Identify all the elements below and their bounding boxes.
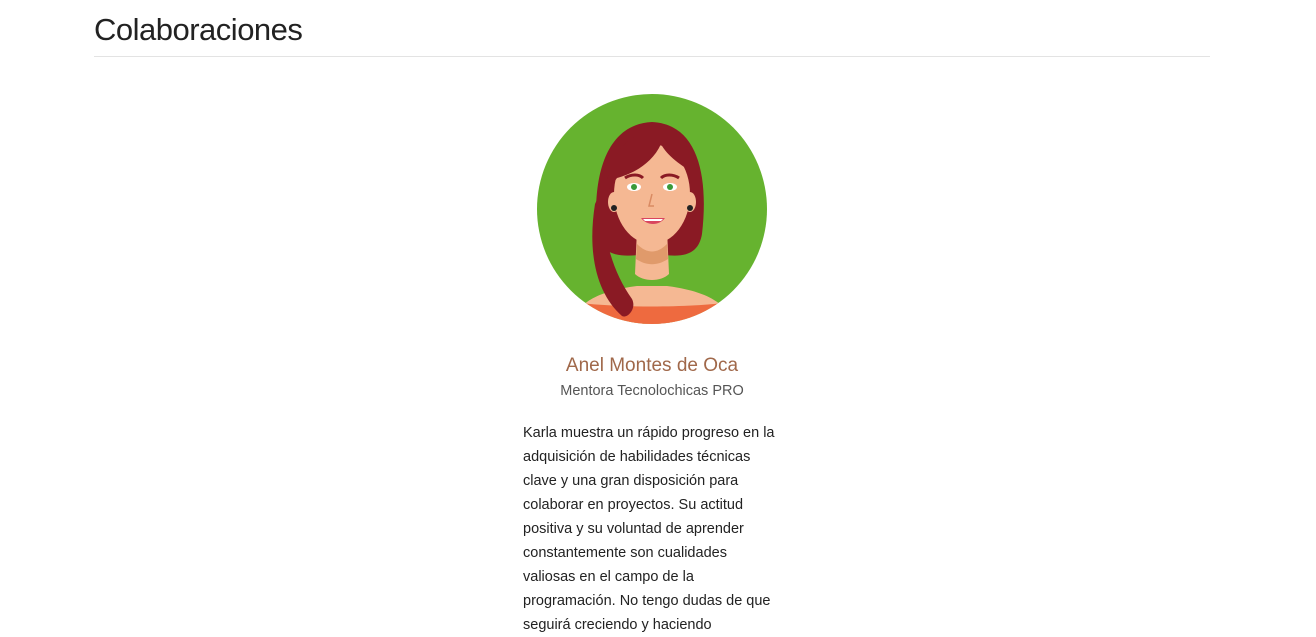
testimonial-card: Anel Montes de Oca Mentora Tecnolochicas… (500, 94, 804, 637)
section-divider (94, 56, 1210, 57)
section-title: Colaboraciones (94, 12, 303, 47)
collaborations-section: Colaboraciones (94, 0, 1210, 57)
testimonial-author-role: Mentora Tecnolochicas PRO (560, 383, 744, 399)
testimonial-quote: Karla muestra un rápido progreso en la a… (523, 425, 775, 633)
woman-avatar-icon (537, 94, 767, 324)
testimonial-author-name: Anel Montes de Oca (565, 355, 739, 376)
